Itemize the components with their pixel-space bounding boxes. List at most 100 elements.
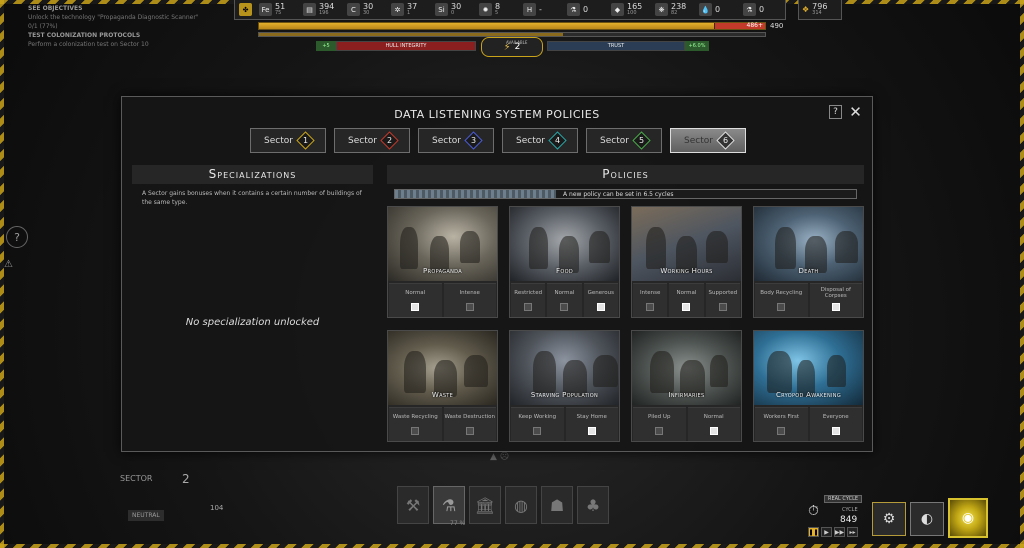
- fast-button[interactable]: ▶▶: [834, 527, 845, 537]
- hull-delta: +5: [316, 41, 336, 51]
- policy-option-checkbox[interactable]: [655, 427, 664, 435]
- tab-sector-3[interactable]: Sector 3: [418, 128, 494, 153]
- policy-option-checkbox[interactable]: [718, 303, 727, 311]
- tab-sector-4[interactable]: Sector 4: [502, 128, 578, 153]
- dialog-help-button[interactable]: ?: [829, 105, 842, 119]
- tab-sector-2[interactable]: Sector 2: [334, 128, 410, 153]
- policy-option[interactable]: Body Recycling: [755, 283, 808, 317]
- play-button[interactable]: ▶: [821, 527, 832, 537]
- resource-11[interactable]: ⚗ 0: [743, 3, 783, 16]
- resource-10[interactable]: 💧 0: [699, 3, 739, 16]
- policy-option-label: Body Recycling: [760, 290, 803, 296]
- science-flask-icon[interactable]: ⚗: [433, 486, 465, 524]
- tab-sector-1[interactable]: Sector 1: [250, 128, 326, 153]
- policy-option-checkbox[interactable]: [587, 427, 596, 435]
- resource-1[interactable]: ▤ 394 196: [303, 2, 343, 17]
- policy-card: Food Restricted Normal Generous: [509, 206, 620, 318]
- globe-icon[interactable]: ◍: [505, 486, 537, 524]
- policy-option[interactable]: Normal: [669, 283, 704, 317]
- build-hammer-icon[interactable]: ⚒: [397, 486, 429, 524]
- policy-option-checkbox[interactable]: [831, 427, 840, 435]
- resource-value: 8: [495, 1, 501, 11]
- policy-option-label: Normal: [703, 414, 724, 420]
- tab-sector-6[interactable]: Sector 6: [670, 128, 746, 153]
- help-icon[interactable]: ?: [6, 226, 28, 248]
- resource-2[interactable]: C 30 30: [347, 2, 387, 17]
- hull-integrity[interactable]: +5 HULL INTEGRITY: [316, 41, 476, 51]
- tab-sector-5[interactable]: Sector 5: [586, 128, 662, 153]
- pause-button[interactable]: ❚❚: [808, 527, 819, 537]
- policy-option-checkbox[interactable]: [560, 303, 569, 311]
- policy-option[interactable]: Workers First: [755, 407, 808, 441]
- sector-diamond-icon: 3: [464, 131, 483, 150]
- resource-5[interactable]: ✹ 8 5: [479, 1, 519, 17]
- policy-option-checkbox[interactable]: [533, 427, 542, 435]
- objective-text: Unlock the technology "Propaganda Diagno…: [28, 14, 199, 21]
- policy-option[interactable]: Normal: [687, 407, 740, 441]
- trust-meter[interactable]: TRUST +6.0%: [547, 41, 709, 51]
- policy-option-checkbox[interactable]: [831, 303, 840, 311]
- policy-option[interactable]: Stay Home: [565, 407, 618, 441]
- tree-icon[interactable]: ♣: [577, 486, 609, 524]
- policy-option-checkbox[interactable]: [777, 303, 786, 311]
- policy-cards: Propaganda Normal Intense Food Restricte…: [387, 206, 864, 442]
- policy-option-checkbox[interactable]: [596, 303, 605, 311]
- policy-card: Working Hours Intense Normal Supported: [631, 206, 742, 318]
- building-icon[interactable]: 🏛: [469, 486, 501, 524]
- specializations-empty: No specialization unlocked: [185, 317, 320, 328]
- policy-name: Propaganda: [423, 267, 462, 275]
- warning-icon[interactable]: ⚠: [4, 259, 13, 270]
- policy-option-checkbox[interactable]: [465, 427, 474, 435]
- people-icon[interactable]: ☗: [541, 486, 573, 524]
- policy-option[interactable]: Normal: [547, 283, 582, 317]
- gear-icon[interactable]: ⚙: [872, 502, 906, 536]
- policy-option-checkbox[interactable]: [646, 303, 655, 311]
- policy-option-checkbox[interactable]: [524, 303, 533, 311]
- policy-option[interactable]: Piled Up: [633, 407, 686, 441]
- research-percent: 77 %: [450, 520, 466, 527]
- resource-3[interactable]: ✲ 37 1: [391, 2, 431, 17]
- policy-option-checkbox[interactable]: [411, 303, 420, 311]
- colony-logo-icon[interactable]: ✤: [239, 3, 255, 16]
- policy-option[interactable]: Supported: [705, 283, 740, 317]
- policy-option[interactable]: Keep Working: [511, 407, 564, 441]
- available-points[interactable]: AVAILABLE ⚡ 2: [481, 37, 543, 57]
- resource-4[interactable]: Si 30 0: [435, 2, 475, 17]
- policy-option[interactable]: Everyone: [809, 407, 862, 441]
- policy-option-checkbox[interactable]: [411, 427, 420, 435]
- resource-0[interactable]: Fe 51 75: [259, 2, 299, 17]
- resource-8[interactable]: ◆ 165 100: [611, 1, 651, 17]
- fastest-button[interactable]: ▸▸: [847, 527, 858, 537]
- policy-option[interactable]: Restricted: [511, 283, 546, 317]
- policy-option-checkbox[interactable]: [465, 303, 474, 311]
- sector-tab-label: Sector: [684, 135, 713, 146]
- close-icon[interactable]: ✕: [848, 103, 863, 121]
- resource-value: -: [539, 5, 542, 14]
- objective-title: SEE OBJECTIVES: [28, 5, 83, 12]
- resource-9[interactable]: ❋ 238 82: [655, 2, 695, 17]
- resource-sub: 1: [407, 9, 411, 16]
- policies-dialog: DATA LISTENING SYSTEM POLICIES ? ✕ Secto…: [121, 96, 873, 452]
- pod-icon[interactable]: ◐: [910, 502, 944, 536]
- policy-option-checkbox[interactable]: [709, 427, 718, 435]
- policy-option[interactable]: Waste Recycling: [389, 407, 442, 441]
- policy-option[interactable]: Intense: [633, 283, 668, 317]
- water-icon: 💧: [699, 3, 712, 16]
- policy-name: Working Hours: [660, 267, 713, 275]
- policy-option[interactable]: Generous: [583, 283, 618, 317]
- scanner-button[interactable]: ◉: [948, 498, 988, 538]
- sub-progress-fill: [259, 33, 563, 36]
- policy-option[interactable]: Waste Destruction: [443, 407, 496, 441]
- policy-option-checkbox[interactable]: [682, 303, 691, 311]
- policy-option-checkbox[interactable]: [777, 427, 786, 435]
- resource-6[interactable]: H -: [523, 3, 563, 16]
- crew-resource[interactable]: ❖ 796 314: [798, 0, 842, 20]
- policy-option[interactable]: Intense: [443, 283, 496, 317]
- resource-7[interactable]: ⚗ 0: [567, 3, 607, 16]
- policy-option-label: Intense: [459, 290, 480, 296]
- trust-delta: +6.0%: [685, 41, 709, 51]
- policy-option[interactable]: Disposal of Corpses: [809, 283, 862, 317]
- resource-value: 165: [627, 1, 643, 11]
- policy-card: Starving Population Keep Working Stay Ho…: [509, 330, 620, 442]
- policy-option[interactable]: Normal: [389, 283, 442, 317]
